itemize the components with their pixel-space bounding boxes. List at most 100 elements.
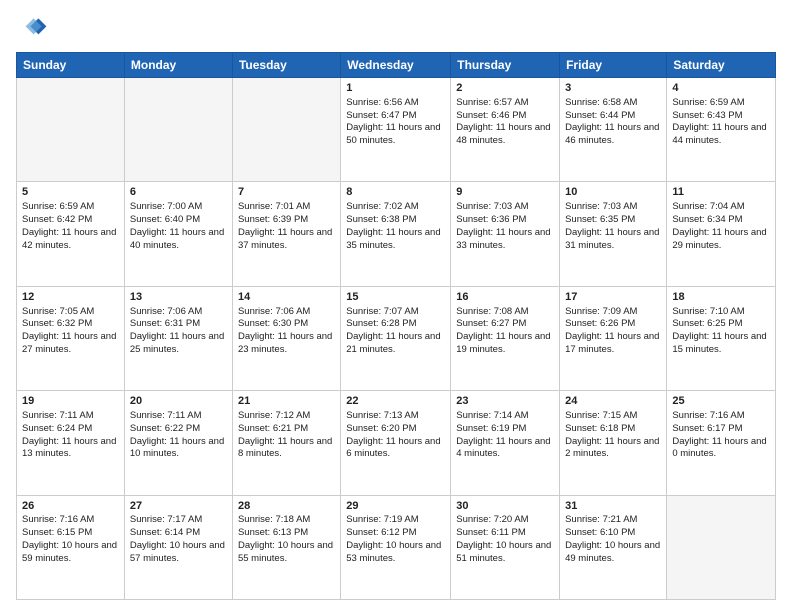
day-number: 30 [456,499,554,514]
calendar-cell: 19Sunrise: 7:11 AMSunset: 6:24 PMDayligh… [17,391,125,495]
day-number: 13 [130,290,227,305]
day-header-monday: Monday [124,53,232,78]
calendar-cell: 7Sunrise: 7:01 AMSunset: 6:39 PMDaylight… [232,182,340,286]
day-info-line: Daylight: 11 hours and 37 minutes. [238,227,335,253]
day-number: 6 [130,185,227,200]
day-info-line: Daylight: 11 hours and 0 minutes. [672,436,770,462]
calendar-cell: 12Sunrise: 7:05 AMSunset: 6:32 PMDayligh… [17,286,125,390]
day-info-line: Sunrise: 7:15 AM [565,410,661,423]
calendar-cell: 25Sunrise: 7:16 AMSunset: 6:17 PMDayligh… [667,391,776,495]
logo [16,12,52,44]
day-info-line: Daylight: 11 hours and 10 minutes. [130,436,227,462]
generalblue-icon [16,12,48,44]
day-info-line: Sunrise: 7:11 AM [130,410,227,423]
day-info-line: Sunset: 6:10 PM [565,527,661,540]
day-info-line: Sunset: 6:24 PM [22,423,119,436]
day-info-line: Daylight: 10 hours and 55 minutes. [238,540,335,566]
day-header-tuesday: Tuesday [232,53,340,78]
day-info-line: Sunrise: 7:00 AM [130,201,227,214]
day-info-line: Daylight: 10 hours and 59 minutes. [22,540,119,566]
day-info-line: Sunrise: 7:06 AM [238,306,335,319]
day-number: 12 [22,290,119,305]
day-info-line: Sunset: 6:14 PM [130,527,227,540]
day-number: 24 [565,394,661,409]
day-number: 4 [672,81,770,96]
day-number: 22 [346,394,445,409]
day-number: 3 [565,81,661,96]
day-info-line: Sunset: 6:12 PM [346,527,445,540]
day-info-line: Daylight: 10 hours and 57 minutes. [130,540,227,566]
day-info-line: Sunrise: 7:03 AM [456,201,554,214]
day-info-line: Daylight: 11 hours and 31 minutes. [565,227,661,253]
day-info-line: Sunset: 6:20 PM [346,423,445,436]
calendar-cell: 23Sunrise: 7:14 AMSunset: 6:19 PMDayligh… [451,391,560,495]
day-info-line: Sunset: 6:47 PM [346,110,445,123]
day-info-line: Sunrise: 7:01 AM [238,201,335,214]
day-number: 29 [346,499,445,514]
calendar-cell: 6Sunrise: 7:00 AMSunset: 6:40 PMDaylight… [124,182,232,286]
day-info-line: Sunrise: 7:18 AM [238,514,335,527]
day-number: 20 [130,394,227,409]
calendar-cell [17,78,125,182]
day-info-line: Sunset: 6:46 PM [456,110,554,123]
calendar-cell: 10Sunrise: 7:03 AMSunset: 6:35 PMDayligh… [560,182,667,286]
calendar-cell: 17Sunrise: 7:09 AMSunset: 6:26 PMDayligh… [560,286,667,390]
calendar-cell: 18Sunrise: 7:10 AMSunset: 6:25 PMDayligh… [667,286,776,390]
calendar-cell: 31Sunrise: 7:21 AMSunset: 6:10 PMDayligh… [560,495,667,599]
day-info-line: Sunrise: 7:06 AM [130,306,227,319]
day-header-friday: Friday [560,53,667,78]
day-info-line: Sunset: 6:44 PM [565,110,661,123]
day-info-line: Sunrise: 7:16 AM [22,514,119,527]
day-info-line: Sunset: 6:15 PM [22,527,119,540]
day-number: 23 [456,394,554,409]
day-number: 9 [456,185,554,200]
day-number: 5 [22,185,119,200]
calendar-cell: 13Sunrise: 7:06 AMSunset: 6:31 PMDayligh… [124,286,232,390]
day-info-line: Daylight: 11 hours and 46 minutes. [565,122,661,148]
day-info-line: Daylight: 11 hours and 48 minutes. [456,122,554,148]
day-info-line: Sunset: 6:13 PM [238,527,335,540]
day-info-line: Sunrise: 7:13 AM [346,410,445,423]
calendar-cell: 28Sunrise: 7:18 AMSunset: 6:13 PMDayligh… [232,495,340,599]
day-number: 1 [346,81,445,96]
day-info-line: Sunset: 6:30 PM [238,318,335,331]
day-info-line: Sunset: 6:18 PM [565,423,661,436]
day-info-line: Sunrise: 7:09 AM [565,306,661,319]
day-info-line: Sunrise: 7:20 AM [456,514,554,527]
day-number: 16 [456,290,554,305]
day-info-line: Sunset: 6:22 PM [130,423,227,436]
day-info-line: Sunset: 6:32 PM [22,318,119,331]
day-number: 27 [130,499,227,514]
day-info-line: Sunrise: 6:58 AM [565,97,661,110]
day-info-line: Daylight: 11 hours and 27 minutes. [22,331,119,357]
day-info-line: Sunset: 6:43 PM [672,110,770,123]
day-info-line: Daylight: 11 hours and 13 minutes. [22,436,119,462]
calendar-cell [124,78,232,182]
calendar-cell: 15Sunrise: 7:07 AMSunset: 6:28 PMDayligh… [341,286,451,390]
calendar-week-row: 1Sunrise: 6:56 AMSunset: 6:47 PM Daylight… [17,78,776,182]
day-info-line: Sunset: 6:26 PM [565,318,661,331]
day-info-line: Sunset: 6:17 PM [672,423,770,436]
calendar-cell: 20Sunrise: 7:11 AMSunset: 6:22 PMDayligh… [124,391,232,495]
calendar-header-row: SundayMondayTuesdayWednesdayThursdayFrid… [17,53,776,78]
day-info-line: Sunrise: 6:56 AM [346,97,445,110]
calendar-cell: 22Sunrise: 7:13 AMSunset: 6:20 PMDayligh… [341,391,451,495]
page: SundayMondayTuesdayWednesdayThursdayFrid… [0,0,792,612]
calendar-cell [667,495,776,599]
calendar-cell: 11Sunrise: 7:04 AMSunset: 6:34 PMDayligh… [667,182,776,286]
calendar-week-row: 12Sunrise: 7:05 AMSunset: 6:32 PMDayligh… [17,286,776,390]
day-info-line: Sunset: 6:35 PM [565,214,661,227]
day-number: 2 [456,81,554,96]
day-number: 26 [22,499,119,514]
day-number: 14 [238,290,335,305]
day-number: 15 [346,290,445,305]
day-info-line: Daylight: 11 hours and 23 minutes. [238,331,335,357]
calendar-cell: 27Sunrise: 7:17 AMSunset: 6:14 PMDayligh… [124,495,232,599]
calendar-cell: 30Sunrise: 7:20 AMSunset: 6:11 PMDayligh… [451,495,560,599]
day-info-line: Daylight: 11 hours and 35 minutes. [346,227,445,253]
calendar-cell: 4Sunrise: 6:59 AMSunset: 6:43 PMDaylight… [667,78,776,182]
day-info-line: Sunrise: 7:16 AM [672,410,770,423]
day-info-line: Daylight: 11 hours and 40 minutes. [130,227,227,253]
day-info-line: Daylight: 11 hours and 44 minutes. [672,122,770,148]
day-header-saturday: Saturday [667,53,776,78]
